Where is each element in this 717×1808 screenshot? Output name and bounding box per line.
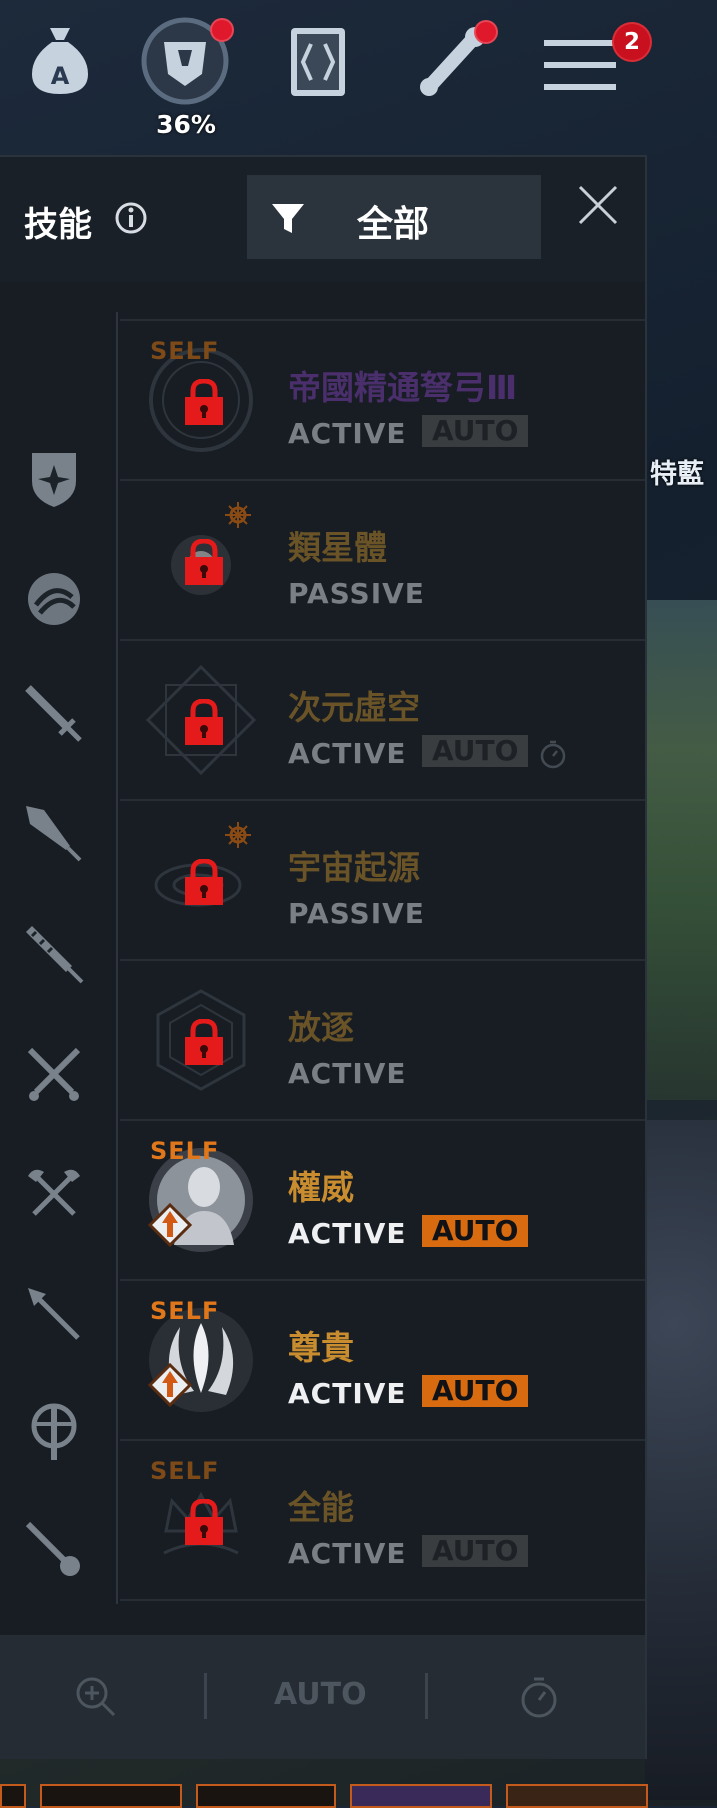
crossed-axes-icon[interactable] bbox=[22, 1162, 86, 1226]
skill-row[interactable]: SELF 帝國精通弩弓Ⅲ ACTIVE AUTO bbox=[120, 319, 645, 479]
money-bag-icon: A bbox=[32, 28, 88, 94]
close-icon[interactable] bbox=[576, 183, 620, 227]
auto-tag: AUTO bbox=[422, 1375, 529, 1407]
stopwatch-icon[interactable] bbox=[518, 1675, 560, 1719]
skill-type: ACTIVE bbox=[288, 1377, 407, 1410]
hotbar-slot[interactable] bbox=[0, 1784, 26, 1808]
self-tag: SELF bbox=[150, 1457, 220, 1485]
hotbar-slot[interactable] bbox=[196, 1784, 336, 1808]
staff-orb-icon[interactable] bbox=[22, 1400, 86, 1464]
hamburger-menu-icon bbox=[544, 40, 616, 90]
skill-name: 宇宙起源 bbox=[288, 848, 420, 887]
auto-tag: AUTO bbox=[422, 1215, 529, 1247]
hotbar-slot[interactable] bbox=[40, 1784, 182, 1808]
stopwatch-icon bbox=[540, 740, 566, 769]
category-rail bbox=[0, 282, 118, 1757]
skill-row[interactable]: 類星體 PASSIVE bbox=[120, 479, 645, 639]
zoom-in-icon[interactable] bbox=[74, 1675, 116, 1717]
skill-type: ACTIVE bbox=[288, 737, 407, 770]
skill-name: 帝國精通弩弓Ⅲ bbox=[288, 368, 518, 407]
self-tag: SELF bbox=[150, 337, 220, 365]
skill-type: ACTIVE bbox=[288, 1217, 407, 1250]
footer-divider bbox=[204, 1673, 207, 1719]
lock-icon bbox=[185, 859, 223, 905]
auto-tag: AUTO bbox=[422, 415, 529, 447]
greatsword-icon[interactable] bbox=[22, 922, 86, 986]
auto-tag: AUTO bbox=[422, 1535, 529, 1567]
book-icon bbox=[291, 28, 345, 96]
skill-type: PASSIVE bbox=[288, 577, 425, 610]
hotbar-slot[interactable] bbox=[506, 1784, 648, 1808]
dual-swords-icon[interactable] bbox=[22, 1042, 86, 1106]
skill-row[interactable]: SELF 全能 ACTIVE AUTO bbox=[120, 1439, 645, 1599]
skill-row[interactable]: 宇宙起源 PASSIVE bbox=[120, 799, 645, 959]
panel-footer: AUTO bbox=[0, 1635, 645, 1759]
progress-percent: 36% bbox=[156, 110, 216, 139]
shield-icon[interactable] bbox=[22, 447, 86, 511]
orb-icon[interactable] bbox=[22, 567, 86, 631]
skill-name: 放逐 bbox=[288, 1008, 354, 1047]
lock-icon bbox=[185, 1499, 223, 1545]
main-menu-button[interactable]: 2 bbox=[540, 22, 652, 100]
skill-name: 尊貴 bbox=[288, 1328, 354, 1367]
sword-icon[interactable] bbox=[22, 682, 86, 746]
svg-text:A: A bbox=[51, 62, 70, 90]
top-hud: A 36% 2 bbox=[0, 0, 717, 150]
dagger-icon[interactable] bbox=[22, 802, 86, 866]
filter-label: 全部 bbox=[357, 204, 430, 245]
skill-row[interactable]: SELF 尊貴 ACTIVE AUTO bbox=[120, 1279, 645, 1439]
codex-button[interactable] bbox=[280, 20, 356, 104]
trident-icon[interactable] bbox=[22, 1282, 86, 1346]
character-button[interactable] bbox=[140, 16, 234, 106]
panel-header: 技能 全部 bbox=[0, 157, 645, 282]
footer-auto-button[interactable]: AUTO bbox=[274, 1677, 367, 1712]
skill-name: 全能 bbox=[288, 1488, 354, 1527]
skill-name: 次元虛空 bbox=[288, 688, 420, 727]
lock-icon bbox=[185, 539, 223, 585]
quest-button[interactable] bbox=[412, 18, 498, 104]
wand-icon[interactable] bbox=[22, 1518, 86, 1582]
skill-row[interactable]: 次元虛空 ACTIVE AUTO bbox=[120, 639, 645, 799]
hotbar-slot[interactable] bbox=[350, 1784, 492, 1808]
skill-name: 類星體 bbox=[288, 528, 387, 567]
self-tag: SELF bbox=[150, 1297, 220, 1325]
skill-type: ACTIVE bbox=[288, 1057, 407, 1090]
footer-divider bbox=[425, 1673, 428, 1719]
lock-icon bbox=[185, 1019, 223, 1065]
panel-title: 技能 bbox=[24, 205, 92, 245]
skill-panel: 技能 全部 SELF 帝國精通弩弓Ⅲ ACTIVE AUTO 類星體 PASSI… bbox=[0, 155, 647, 1759]
skill-row[interactable]: SELF 權威 ACTIVE AUTO bbox=[120, 1119, 645, 1279]
lock-icon bbox=[185, 379, 223, 425]
funnel-icon bbox=[272, 204, 304, 233]
skill-type: PASSIVE bbox=[288, 897, 425, 930]
self-tag: SELF bbox=[150, 1137, 220, 1165]
skill-type: ACTIVE bbox=[288, 1537, 407, 1570]
menu-badge: 2 bbox=[612, 22, 652, 62]
lock-icon bbox=[185, 699, 223, 745]
info-icon[interactable] bbox=[114, 201, 148, 235]
filter-dropdown[interactable]: 全部 bbox=[247, 175, 541, 259]
bag-button[interactable]: A bbox=[18, 18, 102, 102]
rail-divider bbox=[116, 312, 118, 1604]
background-grass bbox=[645, 600, 717, 1100]
list-divider bbox=[120, 1599, 645, 1601]
skill-row[interactable]: 放逐 ACTIVE bbox=[120, 959, 645, 1119]
skill-type: ACTIVE bbox=[288, 417, 407, 450]
notification-dot bbox=[210, 18, 234, 42]
background-name-label: 特藍 bbox=[650, 459, 704, 490]
skill-name: 權威 bbox=[288, 1168, 354, 1207]
notification-dot bbox=[474, 20, 498, 44]
background-rock bbox=[645, 1120, 717, 1800]
auto-tag: AUTO bbox=[422, 735, 529, 767]
